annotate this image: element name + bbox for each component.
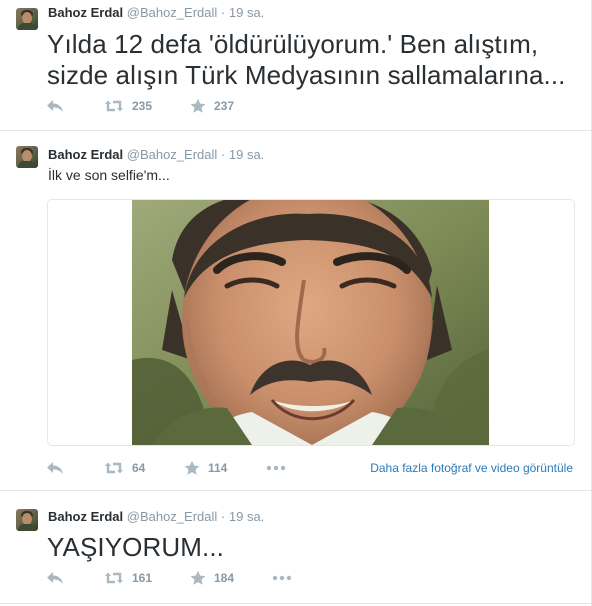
retweet-button[interactable]: 235 [104,96,152,116]
tweet-2[interactable]: Bahoz Erdal @Bahoz_Erdall · 19 sa. İlk v… [0,131,591,490]
author-username[interactable]: @Bahoz_Erdall [127,5,218,20]
tweet-header: Bahoz Erdal @Bahoz_Erdall · 19 sa. [48,147,264,163]
retweet-button[interactable]: 161 [104,568,152,588]
author-fullname[interactable]: Bahoz Erdal [48,5,123,20]
reply-button[interactable] [46,96,64,116]
reply-icon [46,571,64,585]
retweet-count: 64 [132,461,146,475]
favorite-count: 237 [214,99,235,113]
reply-button[interactable] [46,568,64,588]
tweet-header: Bahoz Erdal @Bahoz_Erdall · 19 sa. [48,509,264,525]
tweet-timestamp[interactable]: 19 sa. [229,5,264,20]
tweet-text: YAŞIYORUM... [47,532,224,562]
favorite-button[interactable]: 184 [190,568,234,588]
view-more-media-link[interactable]: Daha fazla fotoğraf ve video görüntüle [370,461,573,475]
favorite-count: 184 [214,571,235,585]
portrait-illustration [132,200,489,445]
tweet-text-line-1: Yılda 12 defa 'öldürülüyorum.' Ben alışt… [47,29,539,59]
retweet-icon [104,99,124,113]
more-dots-icon [272,575,292,581]
tweet-text-line-2: sizde alışın Türk Medyasının sallamaları… [47,60,566,90]
author-fullname[interactable]: Bahoz Erdal [48,509,123,524]
tweet-timestamp[interactable]: 19 sa. [229,509,264,524]
favorite-button[interactable]: 237 [190,96,234,116]
meta-separator: · [220,5,226,20]
retweet-button[interactable]: 64 [104,458,145,478]
author-fullname[interactable]: Bahoz Erdal [48,147,123,162]
star-icon [184,460,200,476]
tweet-1[interactable]: Bahoz Erdal @Bahoz_Erdall · 19 sa. Yılda… [0,0,591,130]
favorite-button[interactable]: 114 [184,458,227,478]
avatar[interactable] [16,146,38,168]
tweet-media-card[interactable] [47,199,575,446]
reply-icon [46,461,64,475]
author-username[interactable]: @Bahoz_Erdall [127,147,218,162]
retweet-count: 161 [132,571,153,585]
retweet-icon [104,461,124,475]
star-icon [190,570,206,586]
more-dots-icon [266,465,286,471]
meta-separator: · [220,509,226,524]
star-icon [190,98,206,114]
tweet-divider [0,603,591,604]
selfie-photo[interactable] [132,200,489,445]
reply-icon [46,99,64,113]
tweet-text: Yılda 12 defa 'öldürülüyorum.' Ben alışt… [47,29,565,91]
author-username[interactable]: @Bahoz_Erdall [127,509,218,524]
retweet-icon [104,571,124,585]
tweet-text: İlk ve son selfie'm... [48,167,170,183]
meta-separator: · [220,147,226,162]
tweet-timestamp[interactable]: 19 sa. [229,147,264,162]
more-button[interactable] [272,568,292,588]
reply-button[interactable] [46,458,64,478]
avatar[interactable] [16,8,38,30]
tweet-3[interactable]: Bahoz Erdal @Bahoz_Erdall · 19 sa. YAŞIY… [0,491,591,603]
avatar[interactable] [16,509,38,531]
more-button[interactable] [266,458,286,478]
retweet-count: 235 [132,99,153,113]
favorite-count: 114 [208,461,228,475]
tweet-header: Bahoz Erdal @Bahoz_Erdall · 19 sa. [48,5,264,21]
